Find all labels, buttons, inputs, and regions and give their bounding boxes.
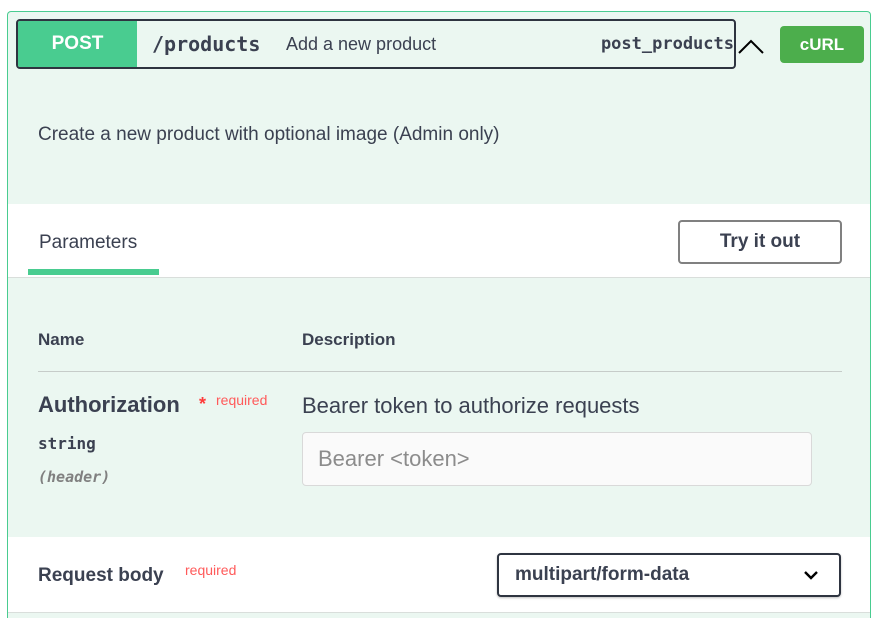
- operation-summary-text: Add a new product: [286, 34, 437, 54]
- parameters-header: Parameters Try it out: [8, 204, 870, 278]
- authorization-input[interactable]: [302, 432, 812, 486]
- operation-id: post_products: [600, 34, 734, 54]
- curl-button[interactable]: cURL: [780, 26, 864, 63]
- tab-parameters[interactable]: Parameters: [28, 204, 159, 278]
- try-it-out-button[interactable]: Try it out: [678, 220, 842, 264]
- content-type-value: multipart/form-data: [515, 564, 690, 585]
- http-method-badge: POST: [18, 21, 137, 67]
- table-divider: [38, 371, 842, 372]
- required-label: required: [216, 392, 268, 408]
- tab-active-indicator: [28, 269, 159, 275]
- column-header-name: Name: [38, 330, 85, 349]
- operation-description: Create a new product with optional image…: [38, 124, 500, 145]
- request-body-header: Request body required multipart/form-dat…: [8, 537, 870, 613]
- tab-parameters-label: Parameters: [39, 232, 138, 253]
- parameter-location: (header): [38, 468, 111, 486]
- operation-block-post-products: POST /products Add a new product post_pr…: [7, 11, 871, 618]
- chevron-up-icon[interactable]: [736, 34, 766, 58]
- content-type-select[interactable]: multipart/form-data: [497, 553, 841, 597]
- operation-summary[interactable]: POST /products Add a new product post_pr…: [16, 19, 736, 69]
- request-body-required-label: required: [185, 562, 237, 578]
- required-asterisk: *: [199, 394, 207, 414]
- parameter-name: Authorization: [38, 392, 180, 417]
- chevron-down-icon: [804, 571, 818, 580]
- endpoint-path: /products: [152, 32, 261, 56]
- request-body-label: Request body: [38, 565, 164, 586]
- column-header-description: Description: [302, 330, 396, 349]
- parameter-type: string: [38, 434, 96, 453]
- parameter-description: Bearer token to authorize requests: [302, 393, 640, 418]
